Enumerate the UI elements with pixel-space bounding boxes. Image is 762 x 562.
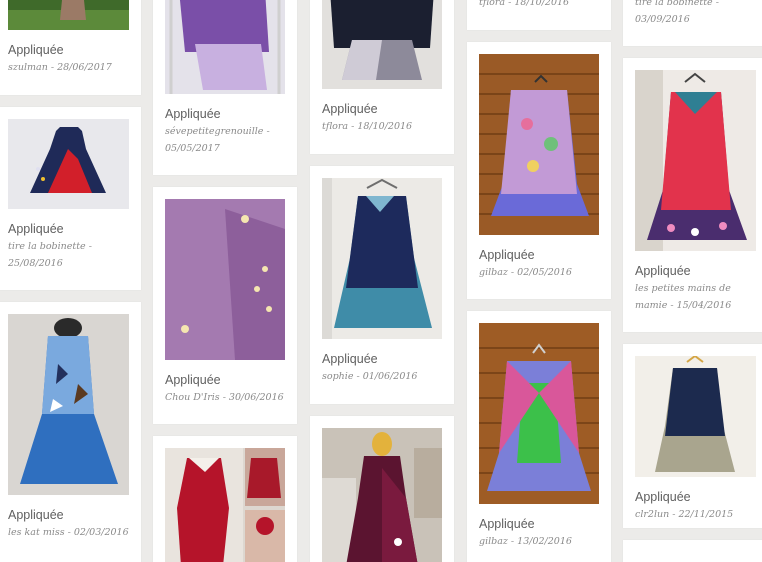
dress-photo[interactable] — [165, 199, 285, 360]
gallery-card[interactable]: Appliquée tire la bobinette - 25/08/2016 — [0, 107, 141, 290]
gallery-card[interactable]: Appliquée les kat miss - 02/03/2016 — [0, 302, 141, 562]
item-author-date: clr2lun - 22/11/2015 — [635, 509, 734, 520]
item-author-date: sophie - 01/06/2016 — [322, 371, 418, 382]
gallery-card[interactable]: Appliquée szulman - 28/06/2017 — [0, 0, 141, 95]
item-title[interactable]: Appliquée — [322, 352, 378, 366]
gallery-card[interactable]: Appliquée gilbaz - 13/02/2016 — [467, 311, 611, 562]
gallery-card[interactable]: tire la bobinette - 03/09/2016 — [623, 0, 762, 46]
dress-photo[interactable] — [165, 448, 285, 562]
gallery-card[interactable]: Appliquée tflora - 18/10/2016 — [310, 0, 454, 154]
dress-photo[interactable] — [479, 54, 599, 235]
dress-photo[interactable] — [8, 119, 129, 209]
item-author-date: tire la bobinette - 25/08/2016 — [8, 241, 92, 269]
item-title[interactable]: Appliquée — [322, 102, 378, 116]
gallery-grid: Appliquée szulman - 28/06/2017 Appliquée… — [0, 0, 762, 562]
dress-photo[interactable] — [479, 323, 599, 504]
dress-photo[interactable] — [635, 356, 756, 477]
item-author-date: Chou D'Iris - 30/06/2016 — [165, 392, 284, 403]
gallery-card[interactable]: Appliquée gilbaz - 02/05/2016 — [467, 42, 611, 299]
item-title[interactable]: Appliquée — [479, 517, 535, 531]
gallery-card[interactable]: Appliquée sévepetitegrenouille - 05/05/2… — [153, 0, 297, 175]
item-title[interactable]: Appliquée — [479, 248, 535, 262]
item-author-date: les kat miss - 02/03/2016 — [8, 527, 129, 538]
dress-photo[interactable] — [635, 70, 756, 251]
item-author-date: tflora - 18/10/2016 — [479, 0, 570, 8]
dress-photo[interactable] — [8, 0, 129, 30]
dress-photo[interactable] — [322, 178, 442, 339]
gallery-card[interactable]: Appliquée Chou D'Iris - 30/06/2016 — [153, 187, 297, 424]
gallery-card[interactable] — [153, 436, 297, 562]
item-author-date: les petites mains de mamie - 15/04/2016 — [635, 283, 732, 311]
item-author-date: szulman - 28/06/2017 — [8, 62, 112, 73]
item-title[interactable]: Appliquée — [165, 373, 221, 387]
gallery-card[interactable]: Appliquée les petites mains de mamie - 1… — [623, 58, 762, 332]
item-author-date: tire la bobinette - 03/09/2016 — [635, 0, 719, 25]
item-author-date: gilbaz - 02/05/2016 — [479, 267, 572, 278]
item-title[interactable]: Appliquée — [635, 490, 691, 504]
gallery-card[interactable] — [310, 416, 454, 562]
item-title[interactable]: Appliquée — [8, 508, 64, 522]
dress-photo[interactable] — [322, 428, 442, 562]
dress-photo[interactable] — [8, 314, 129, 495]
gallery-card[interactable]: tflora - 18/10/2016 — [467, 0, 611, 30]
item-author-date: tflora - 18/10/2016 — [322, 121, 413, 132]
item-title[interactable]: Appliquée — [8, 222, 64, 236]
item-title[interactable]: Appliquée — [635, 264, 691, 278]
item-title[interactable]: Appliquée — [8, 43, 64, 57]
item-author-date: gilbaz - 13/02/2016 — [479, 536, 572, 547]
gallery-card[interactable]: Appliquée sophie - 01/06/2016 — [310, 166, 454, 404]
dress-photo[interactable] — [322, 0, 442, 89]
dress-photo[interactable] — [165, 0, 285, 94]
gallery-card[interactable]: Appliquée clr2lun - 22/11/2015 — [623, 344, 762, 528]
gallery-card[interactable] — [623, 540, 762, 562]
item-author-date: sévepetitegrenouille - 05/05/2017 — [165, 126, 270, 154]
item-title[interactable]: Appliquée — [165, 107, 221, 121]
